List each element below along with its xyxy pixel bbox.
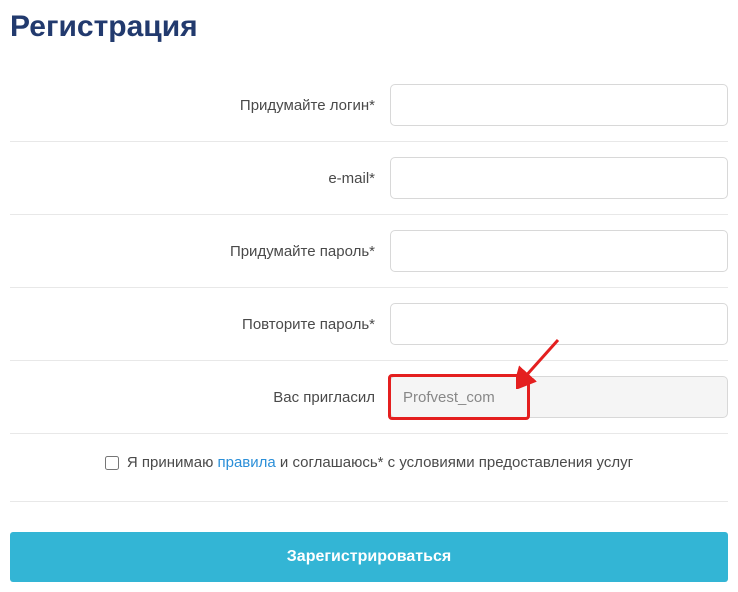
email-input[interactable]	[390, 157, 728, 199]
password-input[interactable]	[390, 230, 728, 272]
terms-checkbox[interactable]	[105, 456, 119, 470]
form-row-password: Придумайте пароль*	[10, 215, 728, 288]
login-label: Придумайте логин*	[10, 97, 390, 114]
login-input[interactable]	[390, 84, 728, 126]
page-title: Регистрация	[10, 10, 728, 44]
terms-prefix: Я принимаю	[127, 454, 218, 471]
terms-link[interactable]: правила	[218, 454, 276, 471]
referrer-label: Вас пригласил	[10, 389, 390, 406]
form-row-password-confirm: Повторите пароль*	[10, 288, 728, 361]
password-label: Придумайте пароль*	[10, 243, 390, 260]
terms-suffix: и соглашаюсь* с условиями предоставления…	[276, 454, 633, 471]
form-row-login: Придумайте логин*	[10, 69, 728, 142]
referrer-input	[390, 376, 728, 418]
submit-button[interactable]: Зарегистрироваться	[10, 532, 728, 582]
terms-text: Я принимаю правила и соглашаюсь* с услов…	[127, 454, 633, 471]
password-confirm-input[interactable]	[390, 303, 728, 345]
terms-row: Я принимаю правила и соглашаюсь* с услов…	[10, 434, 728, 502]
form-row-email: e-mail*	[10, 142, 728, 215]
form-row-referrer: Вас пригласил	[10, 361, 728, 434]
password-confirm-label: Повторите пароль*	[10, 316, 390, 333]
email-label: e-mail*	[10, 170, 390, 187]
